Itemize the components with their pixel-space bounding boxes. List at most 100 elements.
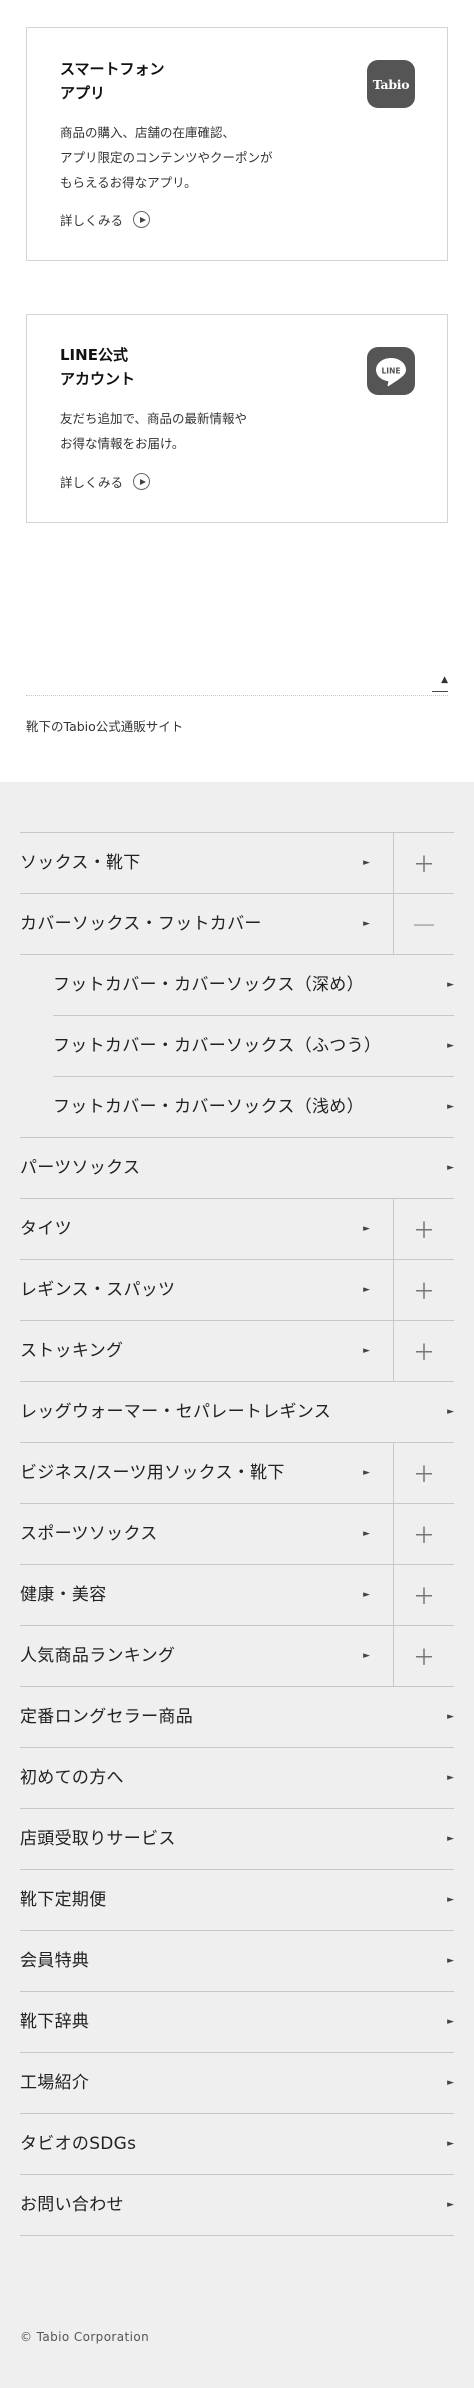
menu-item[interactable]: 靴下定期便 ► [20, 1870, 454, 1931]
arrow-right-icon: ► [447, 1163, 454, 1173]
line-card[interactable]: LINE公式 アカウント LINE 友だち追加で、商品の最新情報や お得な情報を… [26, 314, 448, 523]
menu-item[interactable]: ビジネス/スーツ用ソックス・靴下 ► ＋ [20, 1443, 454, 1504]
menu-item-label: 靴下定期便 [20, 1890, 107, 1910]
arrow-right-icon: ► [447, 1773, 454, 1783]
page-top-line [432, 691, 448, 692]
footer: ソックス・靴下 ► ＋カバーソックス・フットカバー ► — フットカバー・カバーソックス（… [0, 782, 474, 2388]
arrow-right-icon: ► [363, 1285, 370, 1295]
menu-item-label: お問い合わせ [20, 2195, 124, 2215]
menu-item[interactable]: フットカバー・カバーソックス（深め） ► [53, 955, 454, 1016]
menu-item[interactable]: 初めての方へ ► [20, 1748, 454, 1809]
expand-plus-icon[interactable]: ＋ [393, 1260, 454, 1320]
copyright: © Tabio Corporation [20, 2330, 150, 2344]
menu-item[interactable]: スポーツソックス ► ＋ [20, 1504, 454, 1565]
divider [26, 695, 448, 696]
line-icon-label: LINE [382, 366, 401, 375]
menu-item-label: タビオのSDGs [20, 2134, 137, 2154]
line-card-more-link[interactable]: 詳しくみる [60, 472, 151, 491]
arrow-right-icon: ► [363, 919, 370, 929]
menu-item[interactable]: フットカバー・カバーソックス（浅め） ► [20, 1077, 454, 1138]
menu-item[interactable]: カバーソックス・フットカバー ► — [20, 894, 454, 955]
arrow-right-icon: ► [447, 1834, 454, 1844]
arrow-right-icon: ► [447, 1041, 454, 1051]
arrow-right-icon: ► [447, 2017, 454, 2027]
menu-item-label: ビジネス/スーツ用ソックス・靴下 [20, 1463, 285, 1483]
menu-item[interactable]: 工場紹介 ► [20, 2053, 454, 2114]
menu-item[interactable]: 健康・美容 ► ＋ [20, 1565, 454, 1626]
line-card-description: 友だち追加で、商品の最新情報や お得な情報をお届け。 [60, 411, 248, 451]
menu-item[interactable]: 店頭受取りサービス ► [20, 1809, 454, 1870]
app-card-more-label: 詳しくみる [60, 213, 124, 228]
arrow-right-icon: ► [447, 2139, 454, 2149]
expand-plus-icon[interactable]: ＋ [393, 833, 454, 893]
arrow-right-icon: ► [363, 1224, 370, 1234]
tabio-app-icon: Tabio [367, 60, 415, 108]
menu-item-label: タイツ [20, 1219, 72, 1239]
menu-item-label: カバーソックス・フットカバー [20, 914, 262, 934]
menu-item-label: 店頭受取りサービス [20, 1829, 176, 1849]
arrow-right-icon: ► [363, 1346, 370, 1356]
menu-item-label: 初めての方へ [20, 1768, 124, 1788]
expand-plus-icon[interactable]: ＋ [393, 1443, 454, 1503]
app-card-description: 商品の購入、店舗の在庫確認、 アプリ限定のコンテンツやクーポンが もらえるお得な… [60, 125, 273, 190]
menu-item[interactable]: ソックス・靴下 ► ＋ [20, 833, 454, 894]
collapse-minus-icon[interactable]: — [393, 894, 454, 954]
menu-item[interactable]: 会員特典 ► [20, 1931, 454, 1992]
line-bubble-icon: LINE [376, 358, 406, 387]
menu-item-label: ソックス・靴下 [20, 853, 141, 873]
expand-plus-icon[interactable]: ＋ [393, 1565, 454, 1625]
menu-item[interactable]: 靴下辞典 ► [20, 1992, 454, 2053]
menu-item-label: レッグウォーマー・セパレートレギンス [20, 1402, 332, 1422]
footer-menu: ソックス・靴下 ► ＋カバーソックス・フットカバー ► — フットカバー・カバーソックス（… [20, 832, 454, 2236]
menu-item[interactable]: レッグウォーマー・セパレートレギンス ► [20, 1382, 454, 1443]
menu-item-label: 靴下辞典 [20, 2012, 90, 2032]
menu-item-label: 会員特典 [20, 1951, 90, 1971]
play-circle-icon [133, 211, 151, 228]
menu-item-label: ストッキング [20, 1341, 124, 1361]
menu-item-label: レギンス・スパッツ [20, 1280, 176, 1300]
arrow-right-icon: ► [363, 1651, 370, 1661]
arrow-right-icon: ► [447, 1712, 454, 1722]
menu-item-label: スポーツソックス [20, 1524, 158, 1544]
arrow-right-icon: ► [447, 1895, 454, 1905]
play-circle-icon [133, 473, 151, 490]
menu-item[interactable]: タイツ ► ＋ [20, 1199, 454, 1260]
site-title[interactable]: 靴下のTabio公式通販サイト [26, 716, 183, 735]
menu-item-label: フットカバー・カバーソックス（ふつう） [53, 1036, 382, 1056]
menu-item-label: フットカバー・カバーソックス（深め） [53, 975, 364, 995]
expand-plus-icon[interactable]: ＋ [393, 1504, 454, 1564]
menu-item[interactable]: フットカバー・カバーソックス（ふつう） ► [53, 1016, 454, 1077]
tabio-app-icon-label: Tabio [372, 76, 410, 92]
line-icon: LINE [367, 347, 415, 395]
page-top-arrow-icon[interactable]: ▲ [441, 675, 448, 685]
menu-item[interactable]: 定番ロングセラー商品 ► [20, 1687, 454, 1748]
menu-item[interactable]: お問い合わせ ► [20, 2175, 454, 2236]
app-card-more-link[interactable]: 詳しくみる [60, 210, 151, 229]
menu-item-label: 定番ロングセラー商品 [20, 1707, 193, 1727]
expand-plus-icon[interactable]: ＋ [393, 1626, 454, 1686]
menu-item-label: 人気商品ランキング [20, 1646, 176, 1666]
arrow-right-icon: ► [363, 1590, 370, 1600]
arrow-right-icon: ► [447, 1407, 454, 1417]
arrow-right-icon: ► [447, 980, 454, 990]
line-card-title: LINE公式 アカウント [60, 346, 136, 388]
menu-item[interactable]: パーツソックス ► [20, 1138, 454, 1199]
menu-item[interactable]: レギンス・スパッツ ► ＋ [20, 1260, 454, 1321]
menu-item-label: 健康・美容 [20, 1585, 107, 1605]
menu-item[interactable]: 人気商品ランキング ► ＋ [20, 1626, 454, 1687]
expand-plus-icon[interactable]: ＋ [393, 1321, 454, 1381]
arrow-right-icon: ► [447, 2078, 454, 2088]
line-card-more-label: 詳しくみる [60, 475, 124, 490]
menu-item-label: フットカバー・カバーソックス（浅め） [53, 1097, 364, 1117]
arrow-right-icon: ► [447, 1956, 454, 1966]
arrow-right-icon: ► [363, 1529, 370, 1539]
arrow-right-icon: ► [447, 2200, 454, 2210]
menu-item-label: パーツソックス [20, 1158, 141, 1178]
menu-item[interactable]: タビオのSDGs ► [20, 2114, 454, 2175]
app-card-title: スマートフォン アプリ [60, 60, 165, 102]
app-card[interactable]: スマートフォン アプリ Tabio 商品の購入、店舗の在庫確認、 アプリ限定のコ… [26, 27, 448, 261]
menu-item-label: 工場紹介 [20, 2073, 90, 2093]
menu-item[interactable]: ストッキング ► ＋ [20, 1321, 454, 1382]
expand-plus-icon[interactable]: ＋ [393, 1199, 454, 1259]
arrow-right-icon: ► [447, 1102, 454, 1112]
